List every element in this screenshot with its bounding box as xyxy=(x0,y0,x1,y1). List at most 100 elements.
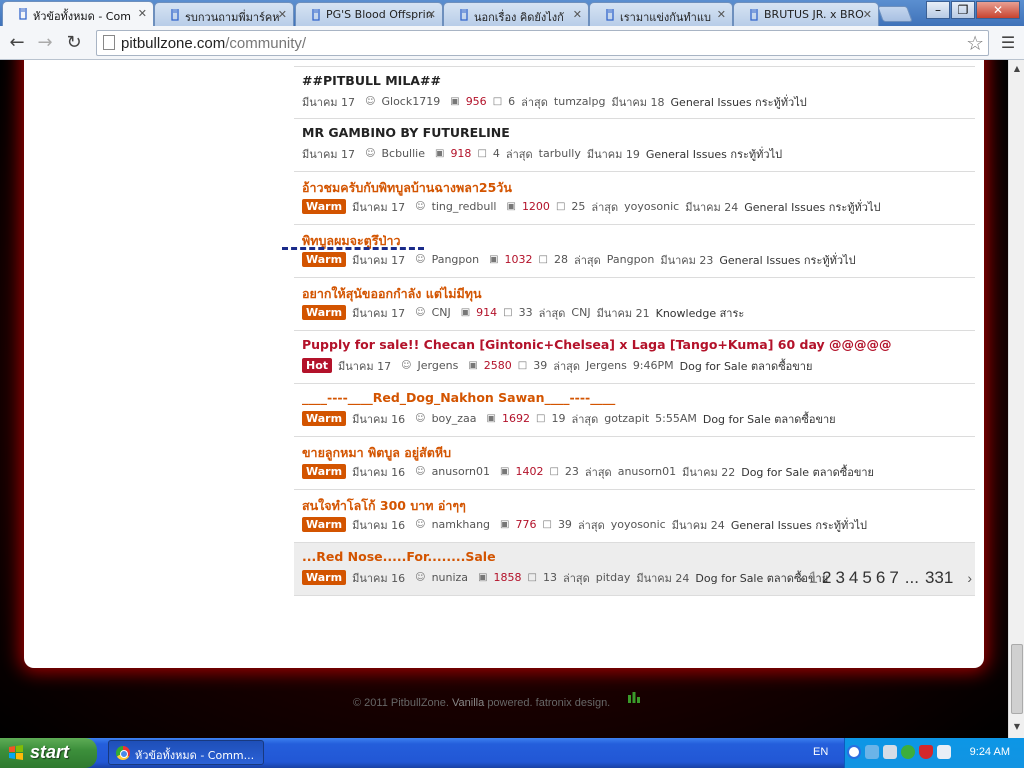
thread-views: 1402 xyxy=(515,465,544,478)
user-icon: ☺ xyxy=(415,413,426,424)
scroll-up-arrow-icon[interactable]: ▲ xyxy=(1011,64,1023,76)
thread-category-link[interactable]: Dog for Sale ตลาดซื้อขาย xyxy=(741,463,874,481)
language-bar-icon[interactable] xyxy=(847,745,861,759)
tab-close-icon[interactable]: ✕ xyxy=(278,8,287,21)
browser-tab[interactable]: เรามาแข่งกันทำแบ ✕ xyxy=(589,2,733,26)
thread-title-link[interactable]: ##PITBULL MILA## xyxy=(302,73,967,93)
pagination-last[interactable]: 331 xyxy=(925,568,953,588)
thread-author-link[interactable]: Jergens xyxy=(418,359,459,372)
tab-close-icon[interactable]: ✕ xyxy=(717,8,726,21)
hot-badge: Hot xyxy=(302,358,333,373)
thread-author-link[interactable]: Glock1719 xyxy=(382,95,441,108)
browser-tab[interactable]: BRUTUS JR. x BRO ✕ xyxy=(733,2,879,26)
tab-close-icon[interactable]: ✕ xyxy=(427,8,436,21)
address-url[interactable]: pitbullzone.com/community/ xyxy=(121,35,306,52)
thread-title-link[interactable]: MR GAMBINO BY FUTURELINE xyxy=(302,125,967,145)
pagination-page[interactable]: 7 xyxy=(889,568,898,588)
thread-category-link[interactable]: General Issues กระทู้ทั่วไป xyxy=(671,93,807,111)
last-post-user-link[interactable]: tarbully xyxy=(539,147,581,160)
bookmark-star-icon[interactable]: ☆ xyxy=(966,31,984,55)
last-post-time: มีนาคม 19 xyxy=(586,147,640,161)
site-footer: © 2011 PitbullZone. Vanilla powered. fat… xyxy=(353,692,640,709)
browser-tab[interactable]: หัวข้อทั้งหมด - Com ✕ xyxy=(2,1,154,26)
scroll-down-arrow-icon[interactable]: ▼ xyxy=(1011,722,1023,734)
last-post-user-link[interactable]: CNJ xyxy=(571,306,590,319)
new-tab-button[interactable] xyxy=(877,6,913,22)
antivirus-icon[interactable] xyxy=(901,745,915,759)
volume-icon[interactable] xyxy=(937,745,951,759)
thread-category-link[interactable]: Knowledge สาระ xyxy=(656,304,745,322)
last-post-user-link[interactable]: yoyosonic xyxy=(624,200,679,213)
security-shield-icon[interactable] xyxy=(919,745,933,759)
thread-author-link[interactable]: nuniza xyxy=(432,571,469,584)
minimize-button[interactable]: – xyxy=(926,1,950,19)
thread-category-link[interactable]: General Issues กระทู้ทั่วไป xyxy=(731,516,867,534)
thread-category-link[interactable]: General Issues กระทู้ทั่วไป xyxy=(719,251,855,269)
last-post-user-link[interactable]: Pangpon xyxy=(607,253,655,266)
menu-icon[interactable]: ☰ xyxy=(997,32,1019,54)
pagination-page[interactable]: 3 xyxy=(835,568,844,588)
thread-row: พิทบูลผมจะตูรึป่าว Warm มีนาคม 17 ☺ Pangpon ▣… xyxy=(282,225,975,278)
printer-icon[interactable] xyxy=(883,745,897,759)
pagination-page[interactable]: 4 xyxy=(849,568,858,588)
thread-date: มีนาคม 17 xyxy=(352,306,406,320)
thread-author-link[interactable]: ting_redbull xyxy=(432,200,497,213)
browser-tab[interactable]: PG'S Blood Offsprin ✕ xyxy=(295,2,443,26)
thread-category-link[interactable]: General Issues กระทู้ทั่วไป xyxy=(744,198,880,216)
network-icon[interactable] xyxy=(865,745,879,759)
close-window-button[interactable]: ✕ xyxy=(976,1,1020,19)
pagination-page[interactable]: 1 xyxy=(809,568,818,588)
thread-views: 918 xyxy=(450,147,472,160)
thread-title-link[interactable]: อยากให้สุนัขออกกำลัง แต่ไม่มีทุน xyxy=(302,284,967,304)
thread-title-link[interactable]: Pupply for sale!! Checan [Gintonic+Chels… xyxy=(302,337,967,357)
paw-favicon-icon xyxy=(312,9,320,21)
address-bar[interactable]: pitbullzone.com/community/ ☆ xyxy=(96,30,989,56)
thread-author-link[interactable]: boy_zaa xyxy=(432,412,477,425)
browser-tab[interactable]: รบกวนถามพี่มาร์คห ✕ xyxy=(154,2,294,26)
thread-views: 1032 xyxy=(504,253,533,266)
thread-title-link[interactable]: ...Red Nose.....For........Sale xyxy=(302,549,967,569)
footer-vanilla-link[interactable]: Vanilla xyxy=(452,697,484,709)
reload-icon[interactable]: ↻ xyxy=(63,32,85,54)
pagination-page[interactable]: 6 xyxy=(876,568,885,588)
thread-meta: มีนาคม 17 ☺ Bcbullie ▣ 918 □ 4 ล่าสุด tarbully มี… xyxy=(302,145,967,162)
thread-replies: 13 xyxy=(542,571,557,584)
taskbar-window-chrome[interactable]: หัวข้อทั้งหมด - Comm... xyxy=(108,740,264,765)
tab-close-icon[interactable]: ✕ xyxy=(138,7,147,20)
last-post-user-link[interactable]: tumzalpg xyxy=(554,95,606,108)
back-arrow-icon[interactable]: ← xyxy=(6,32,28,54)
thread-title-link[interactable]: ขายลูกหมา พิตบูล อยู่สัตหีบ xyxy=(302,443,967,463)
comment-icon: □ xyxy=(492,96,503,107)
pagination-next[interactable]: › xyxy=(967,570,972,586)
browser-tab[interactable]: นอกเรื่อง คิดยังไงกั ✕ xyxy=(443,2,589,26)
thread-category-link[interactable]: Dog for Sale ตลาดซื้อขาย xyxy=(680,357,813,375)
language-indicator[interactable]: EN xyxy=(813,746,828,758)
thread-author-link[interactable]: Bcbullie xyxy=(382,147,425,160)
thread-author-link[interactable]: CNJ xyxy=(432,306,451,319)
pagination-page[interactable]: 5 xyxy=(862,568,871,588)
pagination-prev[interactable]: ‹ xyxy=(800,570,805,586)
thread-author-link[interactable]: namkhang xyxy=(432,518,490,531)
last-post-user-link[interactable]: yoyosonic xyxy=(611,518,666,531)
thread-title-link[interactable]: อ้าวชมครับกับพิทบูลบ้านฉางพลา25วัน xyxy=(302,178,967,198)
tab-close-icon[interactable]: ✕ xyxy=(863,8,872,21)
thread-row: ขายลูกหมา พิตบูล อยู่สัตหีบ Warm มีนาคม 16… xyxy=(294,437,975,490)
thread-title-link[interactable]: ____----____Red_Dog_Nakhon Sawan____----… xyxy=(302,390,967,410)
thread-title-link[interactable]: สนใจทำโลโก้ 300 บาท อ่าๆๆ xyxy=(302,496,967,516)
scrollbar-thumb[interactable] xyxy=(1011,644,1023,714)
start-button[interactable]: start xyxy=(0,738,97,768)
maximize-button[interactable]: ❐ xyxy=(951,1,975,19)
last-post-user-link[interactable]: pitday xyxy=(596,571,631,584)
tab-close-icon[interactable]: ✕ xyxy=(573,8,582,21)
last-post-user-link[interactable]: Jergens xyxy=(586,359,627,372)
thread-views: 1858 xyxy=(493,571,522,584)
thread-category-link[interactable]: Dog for Sale ตลาดซื้อขาย xyxy=(703,410,836,428)
forward-arrow-icon[interactable]: → xyxy=(34,32,56,54)
thread-author-link[interactable]: Pangpon xyxy=(432,253,480,266)
thread-author-link[interactable]: anusorn01 xyxy=(432,465,490,478)
pagination-page[interactable]: 2 xyxy=(822,568,831,588)
last-post-user-link[interactable]: gotzapit xyxy=(604,412,649,425)
last-post-user-link[interactable]: anusorn01 xyxy=(618,465,676,478)
thread-category-link[interactable]: General Issues กระทู้ทั่วไป xyxy=(646,145,782,163)
vertical-scrollbar[interactable]: ▲ ▼ xyxy=(1008,60,1024,738)
